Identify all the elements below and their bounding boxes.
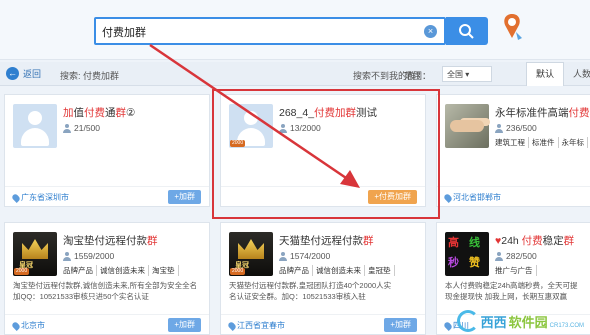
watermark-logo-icon bbox=[456, 310, 479, 332]
annotation-arrow-icon bbox=[149, 43, 360, 188]
watermark: 西西 软件园 CR173.COM bbox=[456, 310, 584, 332]
